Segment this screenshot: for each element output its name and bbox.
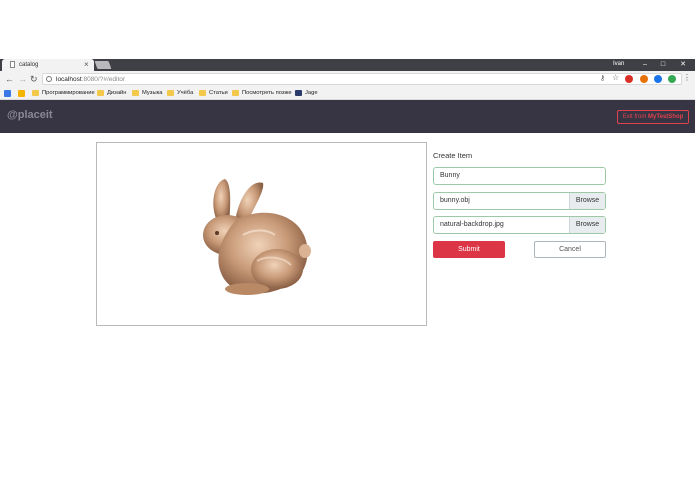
bookmark-label: Статьи — [209, 90, 228, 96]
profile-name[interactable]: Ivan — [613, 61, 624, 67]
bookmark-folder-study[interactable]: Учёба — [167, 90, 193, 96]
address-bar[interactable]: localhost:8080/?#/editor — [42, 73, 682, 85]
forward-icon[interactable]: → — [18, 73, 27, 85]
menu-icon[interactable]: ⋮ — [683, 73, 691, 82]
url-host: localhost — [56, 76, 82, 83]
adblock-icon[interactable] — [625, 75, 633, 83]
app-logo[interactable]: @placeit — [7, 109, 53, 121]
maximize-icon[interactable]: □ — [653, 59, 673, 71]
bookmark-folder-watch-later[interactable]: Посмотреть позже — [232, 90, 292, 96]
folder-icon — [97, 90, 104, 96]
bookmarks-bar: Программирование Дизайн Музыка Учёба Ста… — [0, 88, 695, 100]
form-title: Create Item — [433, 151, 473, 160]
bookmark-folder-programming[interactable]: Программирование — [32, 90, 95, 96]
apps-icon — [4, 90, 11, 97]
submit-button[interactable]: Submit — [433, 241, 505, 258]
url-path: :8080/?#/editor — [81, 76, 126, 83]
bookmark-label: Дизайн — [107, 90, 127, 96]
folder-icon — [232, 90, 239, 96]
tab-title: catalog — [19, 62, 39, 68]
bookmark-star-icon — [18, 90, 25, 97]
backdrop-browse-button[interactable]: Browse — [569, 217, 605, 233]
bunny-model — [203, 179, 311, 295]
bookmark-label: Музыка — [142, 90, 163, 96]
folder-icon — [199, 90, 206, 96]
new-tab-button[interactable] — [94, 61, 112, 69]
bookmark-jage[interactable]: Jage — [295, 90, 318, 96]
site-info-icon[interactable] — [46, 76, 52, 82]
shop-name: MyTestShop — [648, 114, 684, 120]
bookmark-label: Учёба — [177, 90, 194, 96]
model-file-name: bunny.obj — [440, 197, 470, 204]
folder-icon — [132, 90, 139, 96]
folder-icon — [32, 90, 39, 96]
model-browse-button[interactable]: Browse — [569, 193, 605, 209]
back-icon[interactable]: ← — [5, 73, 14, 85]
item-name-input[interactable]: Bunny — [433, 167, 606, 185]
app-header — [0, 100, 695, 133]
exit-shop-button[interactable]: Exit from MyTestShop — [617, 110, 689, 124]
reload-icon[interactable]: ↻ — [30, 73, 38, 85]
backdrop-file-input[interactable]: natural-backdrop.jpg Browse — [433, 216, 606, 234]
backdrop-file-name: natural-backdrop.jpg — [440, 221, 504, 228]
bookmark-apps[interactable] — [4, 90, 11, 97]
extension-icon[interactable] — [640, 75, 648, 83]
cancel-button[interactable]: Cancel — [534, 241, 606, 258]
bookmark-label: Посмотреть позже — [242, 90, 292, 96]
tab-close-icon[interactable]: × — [84, 60, 89, 69]
page-margin-top — [0, 0, 695, 59]
exit-label: Exit from — [622, 114, 649, 120]
key-icon[interactable]: ⚷ — [600, 74, 605, 82]
extension-blue-icon[interactable] — [654, 75, 662, 83]
bookmark-star-icon[interactable]: ☆ — [612, 73, 619, 82]
jage-icon — [295, 90, 302, 96]
extension-green-icon[interactable] — [668, 75, 676, 83]
bookmark-star[interactable] — [18, 90, 25, 97]
browser-tab[interactable]: catalog × — [2, 59, 94, 71]
minimize-icon[interactable]: – — [635, 59, 655, 71]
bookmark-folder-articles[interactable]: Статьи — [199, 90, 228, 96]
bookmark-label: Программирование — [42, 90, 95, 96]
page-icon — [10, 61, 15, 68]
close-window-icon[interactable]: ✕ — [673, 59, 693, 71]
model-viewer[interactable] — [96, 142, 427, 326]
bookmark-folder-design[interactable]: Дизайн — [97, 90, 127, 96]
item-name-value: Bunny — [440, 172, 460, 179]
bookmark-label: Jage — [305, 90, 318, 96]
folder-icon — [167, 90, 174, 96]
model-file-input[interactable]: bunny.obj Browse — [433, 192, 606, 210]
bookmark-folder-music[interactable]: Музыка — [132, 90, 163, 96]
